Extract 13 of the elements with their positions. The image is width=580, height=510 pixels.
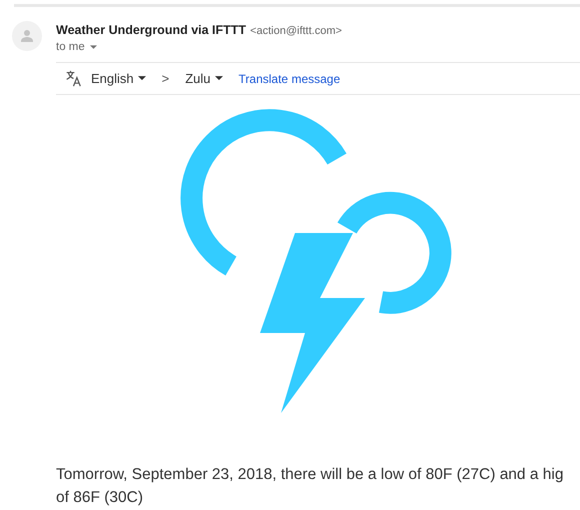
message-text: Tomorrow, September 23, 2018, there will be a low of 80F (27C) and a hig — [56, 465, 564, 485]
arrow-label: > — [162, 71, 170, 86]
sender-name: Weather Underground via IFTTT — [56, 23, 246, 37]
recipient-label: to me — [56, 41, 85, 53]
caret-icon[interactable] — [138, 76, 146, 81]
caret-icon[interactable] — [214, 76, 223, 81]
source-language-dropdown[interactable]: English — [91, 71, 134, 86]
message-text: of 86F (30C) — [56, 488, 144, 508]
translate-link[interactable]: Translate message — [238, 72, 340, 86]
target-language-dropdown[interactable]: Zulu — [185, 71, 211, 86]
sender-address: <action@ifttt.com> — [250, 25, 342, 37]
translate-icon — [65, 70, 82, 87]
avatar-icon — [12, 21, 42, 51]
